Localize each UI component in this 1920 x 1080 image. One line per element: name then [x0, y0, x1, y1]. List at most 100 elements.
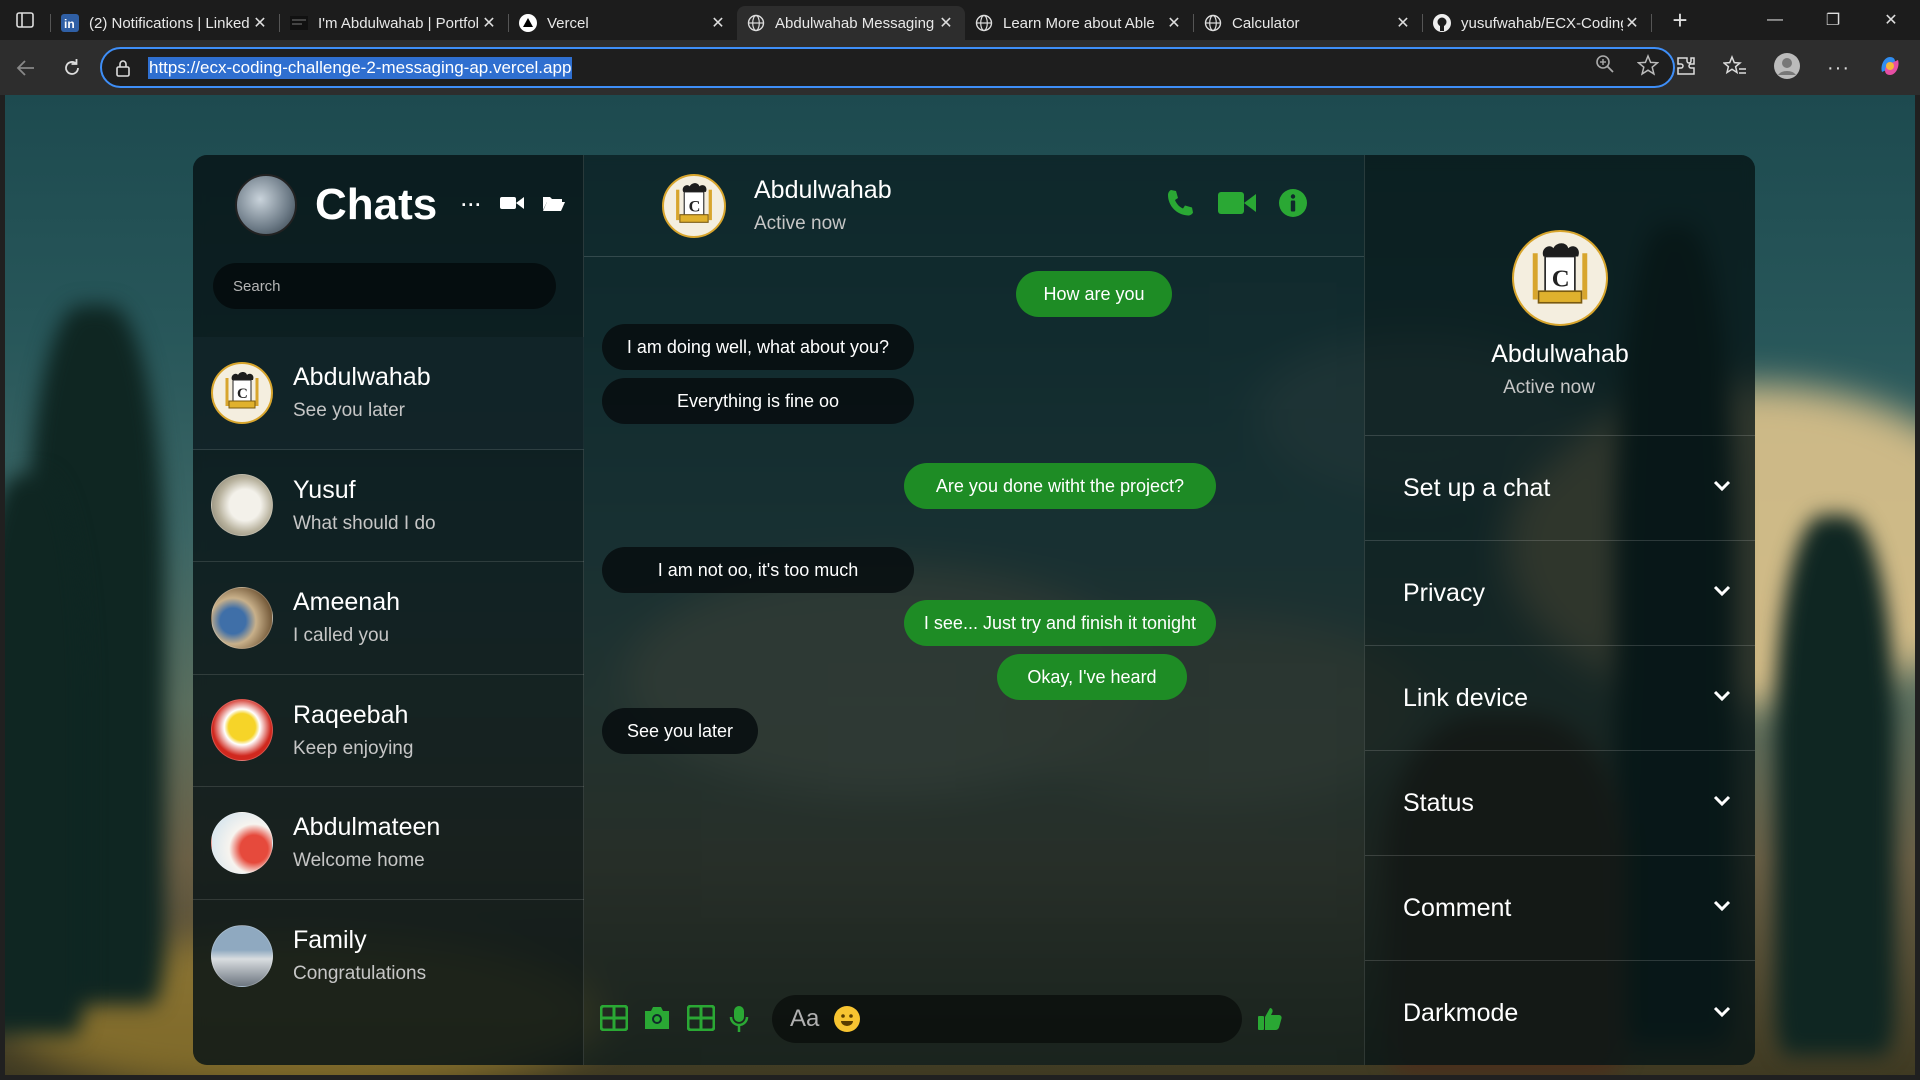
close-tab-icon[interactable]: ✕: [1165, 13, 1183, 33]
url-text[interactable]: https://ecx-coding-challenge-2-messaging…: [148, 56, 573, 79]
chat-item-family[interactable]: Family Congratulations: [193, 900, 584, 1013]
contact-avatar[interactable]: C: [662, 173, 726, 238]
profile-card: C Abdulwahab Active now: [1365, 155, 1755, 436]
close-tab-icon[interactable]: ✕: [480, 13, 498, 33]
close-window-icon[interactable]: ✕: [1862, 0, 1920, 40]
gallery-grid-icon[interactable]: [686, 1004, 716, 1033]
avatar: C: [211, 361, 273, 424]
message-bubble-incoming[interactable]: Everything is fine oo: [602, 378, 914, 424]
accordion-link-device[interactable]: Link device: [1365, 646, 1755, 751]
message-composer: [584, 995, 1364, 1045]
browser-tab-vercel[interactable]: Vercel ✕: [509, 6, 737, 40]
chat-item-abdulwahab[interactable]: C Abdulwahab See you later: [193, 337, 584, 450]
info-icon[interactable]: [1278, 188, 1308, 223]
caterers-logo-icon: C: [676, 182, 712, 223]
search-input[interactable]: [233, 277, 556, 295]
browser-tab-portfolio[interactable]: I'm Abdulwahab | Portfolio ✕: [280, 6, 508, 40]
camera-icon[interactable]: [643, 1005, 671, 1033]
accordion-label: Privacy: [1403, 578, 1485, 607]
profile-name: Abdulwahab: [1491, 340, 1629, 368]
address-bar[interactable]: https://ecx-coding-challenge-2-messaging…: [100, 47, 1675, 88]
minimize-icon[interactable]: —: [1746, 0, 1804, 40]
chat-last-message: I called you: [293, 625, 390, 647]
avatar: [211, 586, 273, 649]
folder-icon[interactable]: [542, 194, 566, 217]
accordion-darkmode[interactable]: Darkmode: [1365, 961, 1755, 1065]
chat-name: Family: [293, 926, 367, 955]
more-options-icon[interactable]: ···: [461, 195, 482, 216]
page-viewport: Chats ··· C Abdulwahab See you lat: [5, 95, 1915, 1075]
message-bubble-incoming[interactable]: See you later: [602, 708, 758, 754]
caterers-logo-icon: C: [1532, 243, 1588, 304]
refresh-icon[interactable]: [50, 46, 94, 90]
chat-item-ameenah[interactable]: Ameenah I called you: [193, 562, 584, 675]
accordion-status[interactable]: Status: [1365, 751, 1755, 856]
video-camera-icon[interactable]: [500, 195, 525, 216]
favorites-icon[interactable]: [1722, 55, 1747, 82]
close-tab-icon[interactable]: ✕: [251, 13, 269, 33]
chat-last-message: Welcome home: [293, 850, 425, 872]
browser-tab-github[interactable]: yusufwahab/ECX-Coding ✕: [1423, 6, 1651, 40]
contact-name: Abdulwahab: [754, 176, 892, 204]
avatar: [211, 924, 273, 987]
vercel-icon: [519, 14, 537, 32]
chevron-down-icon[interactable]: [1713, 899, 1731, 917]
linkedin-icon: in: [61, 14, 79, 32]
globe-icon: [975, 14, 993, 32]
profile-avatar-icon[interactable]: [1773, 52, 1801, 85]
chevron-down-icon[interactable]: [1713, 689, 1731, 707]
message-bubble-outgoing[interactable]: Okay, I've heard: [997, 654, 1187, 700]
accordion-privacy[interactable]: Privacy: [1365, 541, 1755, 646]
message-bubble-incoming[interactable]: I am not oo, it's too much: [602, 547, 914, 593]
close-tab-icon[interactable]: ✕: [1394, 13, 1412, 33]
grid-apps-icon[interactable]: [599, 1004, 629, 1033]
phone-icon[interactable]: [1164, 187, 1196, 224]
chat-item-abdulmateen[interactable]: Abdulmateen Welcome home: [193, 787, 584, 900]
close-tab-icon[interactable]: ✕: [709, 13, 727, 33]
chevron-down-icon[interactable]: [1713, 1005, 1731, 1023]
browser-tab-calculator[interactable]: Calculator ✕: [1194, 6, 1422, 40]
chat-item-raqeebah[interactable]: Raqeebah Keep enjoying: [193, 675, 584, 787]
chats-title: Chats: [315, 180, 438, 229]
chevron-down-icon[interactable]: [1713, 794, 1731, 812]
thumbs-up-icon[interactable]: [1257, 1005, 1285, 1033]
new-tab-icon[interactable]: +: [1660, 5, 1700, 36]
accordion-label: Status: [1403, 788, 1474, 817]
video-call-icon[interactable]: [1218, 190, 1256, 221]
lock-icon[interactable]: [114, 58, 134, 78]
accordion-label: Comment: [1403, 893, 1512, 922]
search-bar[interactable]: [213, 263, 556, 309]
message-bubble-incoming[interactable]: I am doing well, what about you?: [602, 324, 914, 370]
extensions-icon[interactable]: [1675, 55, 1697, 82]
zoom-icon[interactable]: [1595, 54, 1615, 81]
message-bubble-outgoing[interactable]: Are you done witht the project?: [904, 463, 1216, 509]
restore-icon[interactable]: ❐: [1804, 0, 1862, 40]
profile-avatar[interactable]: C: [1512, 230, 1608, 326]
chevron-down-icon[interactable]: [1713, 479, 1731, 497]
svg-text:in: in: [64, 17, 75, 31]
message-bubble-outgoing[interactable]: I see... Just try and finish it tonight: [904, 600, 1216, 646]
message-input-field[interactable]: [772, 995, 1242, 1043]
chevron-down-icon[interactable]: [1713, 584, 1731, 602]
chat-name: Ameenah: [293, 588, 401, 617]
favorite-star-icon[interactable]: [1636, 54, 1660, 81]
accordion-comment[interactable]: Comment: [1365, 856, 1755, 961]
microphone-icon[interactable]: [729, 1005, 757, 1033]
close-tab-icon[interactable]: ✕: [937, 13, 955, 33]
copilot-icon[interactable]: [1876, 52, 1904, 85]
close-tab-icon[interactable]: ✕: [1623, 13, 1641, 33]
tab-actions-icon[interactable]: [0, 0, 50, 40]
browser-tab-learn-more[interactable]: Learn More about Able ✕: [965, 6, 1193, 40]
browser-tab-linkedin[interactable]: in (2) Notifications | LinkedIn ✕: [51, 6, 279, 40]
browser-toolbar: https://ecx-coding-challenge-2-messaging…: [0, 40, 1920, 95]
user-avatar[interactable]: [235, 174, 297, 236]
message-input[interactable]: [790, 1005, 830, 1033]
chat-item-yusuf[interactable]: Yusuf What should I do: [193, 450, 584, 562]
emoji-icon[interactable]: [834, 1006, 860, 1032]
back-arrow-icon[interactable]: [4, 46, 48, 90]
accordion-set-up-a-chat[interactable]: Set up a chat: [1365, 436, 1755, 541]
browser-tab-messaging[interactable]: Abdulwahab Messaging ✕: [737, 6, 965, 40]
message-bubble-outgoing[interactable]: How are you: [1016, 271, 1172, 317]
chat-last-message: See you later: [293, 400, 405, 422]
more-options-icon[interactable]: ···: [1827, 57, 1850, 80]
